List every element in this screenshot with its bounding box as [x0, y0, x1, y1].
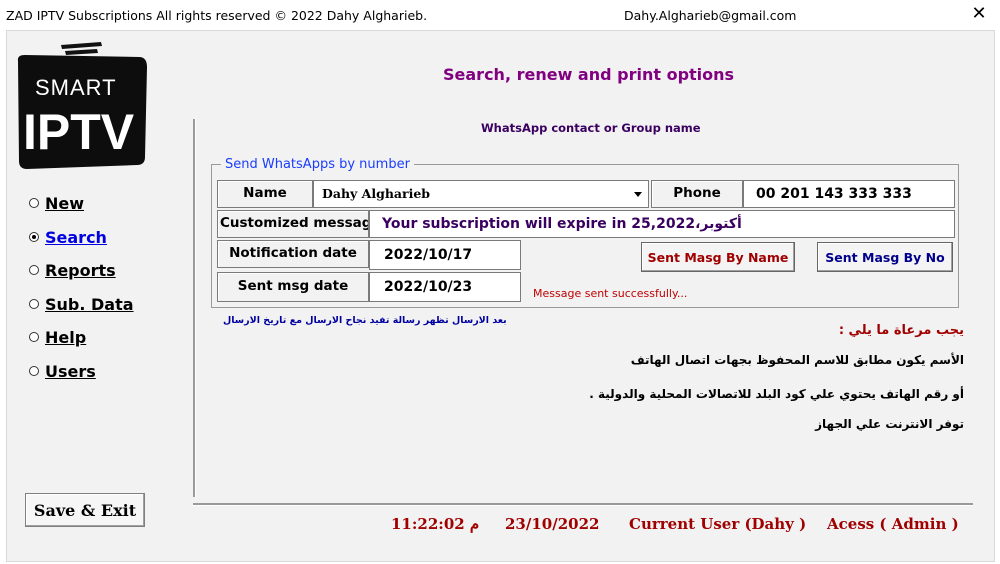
nav-search-label[interactable]: Search	[45, 228, 107, 247]
instruction-line-3: توفر الانترنت علي الجهاز	[815, 417, 964, 431]
name-label: Name	[217, 180, 313, 208]
smart-iptv-logo: SMART IPTV	[17, 42, 147, 169]
nav-new-label[interactable]: New	[45, 194, 84, 213]
send-by-number-button[interactable]: Sent Masg By No	[817, 242, 953, 272]
logo-text-iptv: IPTV	[23, 104, 135, 160]
nav-help-label[interactable]: Help	[45, 328, 86, 347]
notification-date-label: Notification date	[217, 240, 369, 268]
nav-new[interactable]: New	[29, 191, 84, 215]
name-combobox[interactable]: Dahy Algharieb	[313, 180, 649, 208]
current-user: Current User (Dahy )	[629, 515, 807, 533]
close-icon[interactable]: ✕	[968, 3, 990, 25]
clock-time: 11:22:02 م	[391, 515, 480, 533]
radio-help[interactable]	[29, 332, 39, 342]
radio-sub-data[interactable]	[29, 299, 39, 309]
nav-sub-data-label[interactable]: Sub. Data	[45, 295, 134, 314]
current-date: 23/10/2022	[505, 515, 600, 533]
phone-field[interactable]: 00 201 143 333 333	[743, 180, 955, 208]
message-field[interactable]: Your subscription will expire in 25,2022…	[369, 210, 955, 238]
phone-label: Phone	[651, 180, 743, 208]
save-exit-button[interactable]: Save & Exit	[25, 493, 145, 527]
nav-users-label[interactable]: Users	[45, 362, 96, 381]
status-message: Message sent successfully...	[533, 287, 688, 300]
section-subtitle: WhatsApp contact or Group name	[481, 121, 701, 135]
instructions-title: يجب مرعاة ما يلي :	[838, 323, 964, 338]
radio-reports[interactable]	[29, 265, 39, 275]
instruction-line-2: أو رقم الهاتف يحتوي علي كود البلد للاتصا…	[589, 387, 964, 401]
sent-date-field[interactable]: 2022/10/23	[369, 272, 521, 302]
radio-new[interactable]	[29, 198, 39, 208]
logo-text-smart: SMART	[35, 75, 117, 100]
radio-users[interactable]	[29, 366, 39, 376]
radio-search[interactable]	[29, 232, 39, 242]
nav-search[interactable]: Search	[29, 225, 107, 249]
instruction-line-1: الأسم يكون مطابق للاسم المحفوظ بجهات اتص…	[630, 353, 964, 367]
message-label: Customized messag	[217, 210, 369, 238]
page-title: Search, renew and print options	[443, 65, 735, 84]
nav-reports-label[interactable]: Reports	[45, 261, 116, 280]
vertical-divider	[193, 119, 196, 497]
window-title: ZAD IPTV Subscriptions All rights reserv…	[6, 8, 428, 23]
chevron-down-icon[interactable]	[630, 183, 646, 205]
sent-date-label: Sent msg date	[217, 272, 369, 302]
title-bar: ZAD IPTV Subscriptions All rights reserv…	[0, 0, 1000, 30]
horizontal-divider	[193, 503, 973, 506]
nav-help[interactable]: Help	[29, 325, 86, 349]
access-level: Acess ( Admin )	[827, 515, 959, 533]
name-value: Dahy Algharieb	[322, 186, 431, 201]
notification-date-field[interactable]: 2022/10/17	[369, 240, 521, 270]
send-note: بعد الارسال تظهر رسالة تفيد نجاح الارسال…	[223, 315, 507, 326]
nav-users[interactable]: Users	[29, 359, 96, 383]
group-title: Send WhatsApps by number	[221, 157, 414, 172]
author-email: Dahy.Algharieb@gmail.com	[624, 8, 797, 23]
nav-reports[interactable]: Reports	[29, 258, 116, 282]
nav-sub-data[interactable]: Sub. Data	[29, 292, 134, 316]
main-window: SMART IPTV New Search Reports Sub. Data …	[6, 30, 995, 562]
send-by-name-button[interactable]: Sent Masg By Name	[641, 242, 795, 272]
